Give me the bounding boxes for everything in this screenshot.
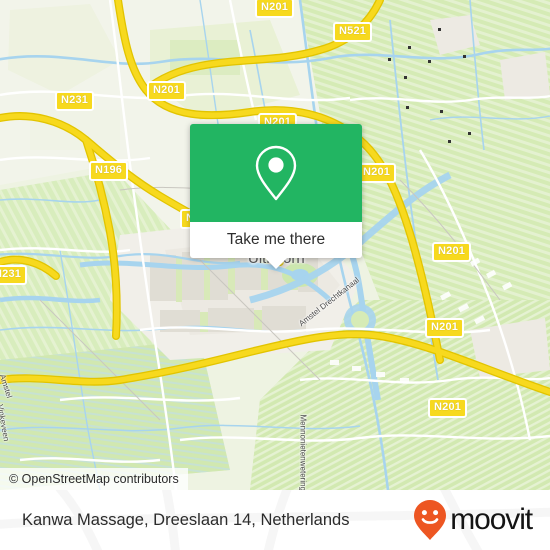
map-pin-icon [255,145,297,201]
map-canvas[interactable]: N201 N521 N231 N201 N201 N201 N196 N201 … [0,0,550,490]
popup-tail [265,258,287,269]
map-screenshot: N201 N521 N231 N201 N201 N201 N196 N201 … [0,0,550,550]
road-shield: N201 [428,398,468,418]
popup-header [190,124,362,222]
road-shield: N201 [425,318,465,338]
road-shield: N201 [357,163,397,183]
moovit-pin-smile-icon [414,500,447,540]
road-shield: N231 [0,265,28,285]
moovit-logo[interactable]: moovit [413,499,533,541]
road-shield: N521 [333,22,373,42]
road-shield: N201 [255,0,295,18]
take-me-there-button[interactable]: Take me there [190,222,362,258]
location-popup-card[interactable]: Take me there [190,124,362,269]
footer-bar: Kanwa Massage, Dreeslaan 14, Netherlands… [0,490,550,550]
take-me-there-label: Take me there [226,231,326,248]
osm-attribution[interactable]: © OpenStreetMap contributors [0,468,188,490]
road-shield: N196 [89,161,129,181]
moovit-wordmark: moovit [450,503,533,536]
road-shield: N201 [147,81,187,101]
road-shield: N231 [55,91,95,111]
place-title: Kanwa Massage, Dreeslaan 14, Netherlands [22,510,350,529]
road-shield: N201 [432,242,472,262]
water-label: Mennonietenwetering [298,414,308,491]
